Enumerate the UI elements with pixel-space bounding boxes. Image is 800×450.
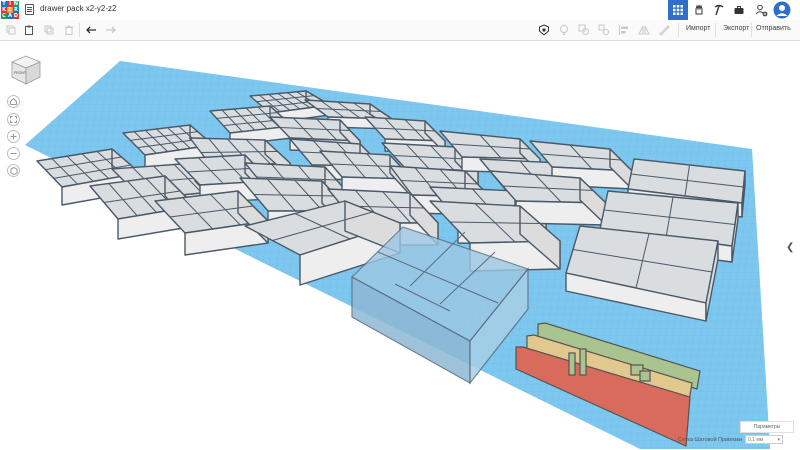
notes-button[interactable] (537, 23, 551, 37)
toolbar-divider (715, 23, 716, 37)
copy-icon (6, 25, 16, 35)
blocks-button[interactable] (690, 0, 708, 20)
bricks-button[interactable] (710, 0, 728, 20)
align-button[interactable] (617, 23, 631, 37)
redo-icon (105, 26, 116, 34)
snap-grid-label: Сетка Шаговой Привязки (678, 437, 742, 443)
group-icon (578, 24, 589, 35)
clipboard-icon (25, 25, 33, 35)
plus-icon (10, 133, 17, 140)
perspective-icon (10, 166, 17, 175)
undo-button[interactable] (84, 23, 98, 37)
toolbar-divider (751, 23, 752, 37)
chevron-down-icon: ▾ (777, 436, 780, 443)
home-icon (10, 98, 17, 105)
top-bar: T I N K E R C A D drawer pack x2-y2-z2 (0, 0, 800, 21)
pickaxe-icon (714, 4, 724, 16)
export-button[interactable]: Экспорт (723, 25, 749, 32)
minus-icon (10, 153, 17, 154)
delete-button[interactable] (62, 23, 76, 37)
view-cube[interactable]: FRONT (9, 53, 42, 86)
duplicate-icon (44, 25, 54, 35)
scene-canvas[interactable] (0, 41, 800, 450)
zoom-in-button[interactable] (7, 130, 20, 143)
fit-icon (10, 116, 17, 123)
briefcase-icon (734, 6, 744, 14)
ruler-icon (659, 25, 670, 36)
workplane-settings-button[interactable]: Параметры (740, 421, 794, 433)
group-button[interactable] (577, 23, 591, 37)
toolbar-divider (678, 23, 679, 37)
redo-button[interactable] (103, 23, 117, 37)
toolbar-divider (79, 23, 80, 37)
add-user-icon (755, 4, 768, 17)
copy-button[interactable] (4, 23, 18, 37)
ungroup-icon (598, 24, 610, 36)
duplicate-button[interactable] (42, 23, 56, 37)
lessons-button[interactable] (730, 0, 748, 20)
send-to-button[interactable]: Отправить (756, 25, 791, 32)
undo-icon (85, 26, 96, 34)
add-user-button[interactable] (752, 0, 770, 20)
avatar-icon (773, 1, 791, 19)
bulb-icon (560, 25, 568, 35)
align-icon (619, 25, 628, 35)
cruise-button[interactable] (657, 23, 671, 37)
design-title[interactable]: drawer pack x2-y2-z2 (40, 4, 116, 13)
robot-hand-icon (695, 4, 703, 15)
home-view-button[interactable] (7, 95, 20, 108)
zoom-out-button[interactable] (7, 147, 20, 160)
collapse-panel-chevron-icon[interactable]: ❮ (786, 242, 794, 253)
light-button[interactable] (557, 23, 571, 37)
workplane-viewport[interactable]: FRONT (0, 41, 800, 450)
view-cube-label: FRONT (14, 71, 27, 75)
trash-icon (65, 25, 73, 35)
user-avatar[interactable] (772, 0, 792, 20)
perspective-button[interactable] (7, 164, 20, 177)
tinkercad-logo[interactable]: T I N K E R C A D (1, 1, 19, 19)
import-button[interactable]: Импорт (686, 25, 710, 32)
edit-toolbar: Импорт Экспорт Отправить (0, 20, 800, 41)
fit-view-button[interactable] (7, 113, 20, 126)
paste-button[interactable] (22, 23, 36, 37)
snap-grid-select[interactable]: 0,1 мм ▾ (745, 435, 783, 444)
grid-icon (673, 5, 683, 15)
eye-shield-icon (539, 24, 549, 36)
snap-grid-value: 0,1 мм (748, 436, 764, 443)
logo-letter: D (13, 13, 19, 19)
mirror-icon (638, 25, 650, 35)
design-menu-icon[interactable] (25, 4, 34, 15)
grid-view-button[interactable] (668, 0, 688, 20)
mirror-button[interactable] (637, 23, 651, 37)
view-cube-icon (10, 55, 42, 85)
ungroup-button[interactable] (597, 23, 611, 37)
